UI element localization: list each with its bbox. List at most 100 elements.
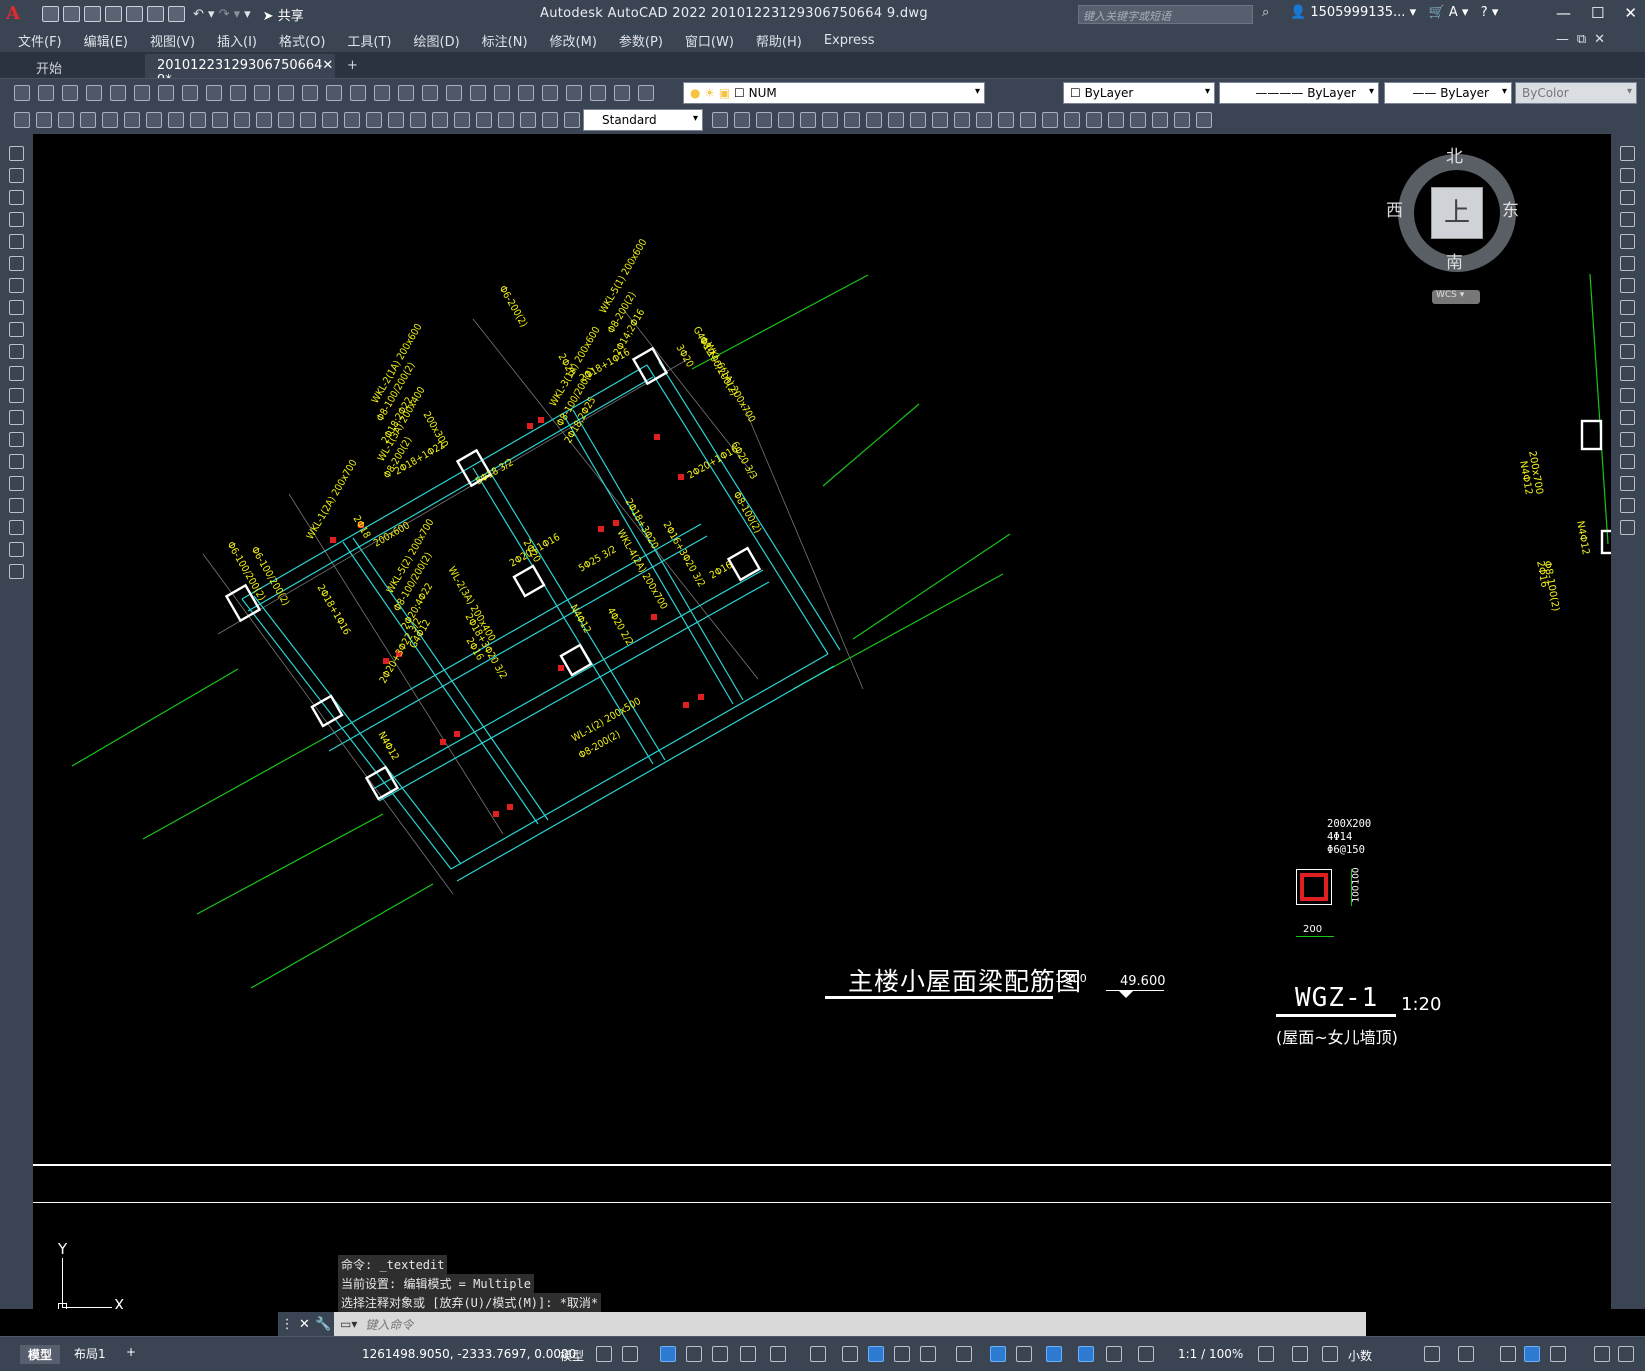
cmd-prompt-icon[interactable]: ▭▾ <box>334 1317 357 1331</box>
tab-layout1[interactable]: 布局1 <box>74 1345 106 1362</box>
lineweight-toggle-icon[interactable] <box>770 1346 786 1362</box>
customize-toggle-icon[interactable] <box>1524 1346 1540 1362</box>
customize-dropdown-icon[interactable]: ▾ <box>244 7 251 22</box>
std-tool-10-icon[interactable] <box>254 85 270 101</box>
draw-tool-32-icon[interactable] <box>844 112 860 128</box>
draw-15-icon[interactable] <box>9 476 24 491</box>
draw-13-icon[interactable] <box>9 432 24 447</box>
draw-tool-41-icon[interactable] <box>1042 112 1058 128</box>
polar-toggle-icon[interactable] <box>686 1346 702 1362</box>
modify-12-icon[interactable] <box>1620 410 1635 425</box>
column-section[interactable] <box>1296 869 1332 905</box>
quick-view-toggle-icon[interactable] <box>1458 1346 1474 1362</box>
draw-tool-37-icon[interactable] <box>954 112 970 128</box>
std-tool-7-icon[interactable] <box>182 85 198 101</box>
draw-9-icon[interactable] <box>9 344 24 359</box>
std-tool-23-icon[interactable] <box>566 85 582 101</box>
fullscreen-toggle-icon[interactable] <box>1594 1346 1610 1362</box>
hardware-accel-toggle-icon[interactable] <box>1016 1346 1032 1362</box>
draw-tool-23-icon[interactable] <box>520 112 536 128</box>
std-tool-9-icon[interactable] <box>230 85 246 101</box>
std-tool-2-icon[interactable] <box>62 85 78 101</box>
clean-screen-toggle-icon[interactable] <box>1046 1346 1062 1362</box>
gear-toggle-icon[interactable] <box>1258 1346 1274 1362</box>
search-input[interactable]: 键入关键字或短语 <box>1078 5 1253 24</box>
draw-tool-27-icon[interactable] <box>734 112 750 128</box>
units-toggle-icon[interactable] <box>956 1346 972 1362</box>
draw-tool-21-icon[interactable] <box>476 112 492 128</box>
draw-11-icon[interactable] <box>9 388 24 403</box>
draw-tool-42-icon[interactable] <box>1064 112 1080 128</box>
modify-8-icon[interactable] <box>1620 322 1635 337</box>
draw-16-icon[interactable] <box>9 498 24 513</box>
column-dim-height-a[interactable]: 100 <box>1352 867 1362 884</box>
column-scale[interactable]: 1:20 <box>1401 994 1441 1015</box>
draw-tool-5-icon[interactable] <box>124 112 140 128</box>
modify-2-icon[interactable] <box>1620 190 1635 205</box>
modify-11-icon[interactable] <box>1620 388 1635 403</box>
menu-item-8[interactable]: 修改(M) <box>550 31 597 50</box>
menu-item-5[interactable]: 工具(T) <box>347 31 391 50</box>
grid-toggle-icon[interactable] <box>596 1346 612 1362</box>
std-tool-17-icon[interactable] <box>422 85 438 101</box>
plus-toggle-icon[interactable] <box>1292 1346 1308 1362</box>
plot-icon[interactable] <box>168 6 185 22</box>
std-tool-21-icon[interactable] <box>518 85 534 101</box>
std-tool-0-icon[interactable] <box>14 85 30 101</box>
user-account[interactable]: 👤 1505999135... ▾ 🛒 A ▾ ? ▾ <box>1290 5 1498 20</box>
column-title[interactable]: WGZ-1 <box>1295 983 1378 1013</box>
std-tool-15-icon[interactable] <box>374 85 390 101</box>
draw-tool-44-icon[interactable] <box>1108 112 1124 128</box>
draw-8-icon[interactable] <box>9 322 24 337</box>
draw-tool-2-icon[interactable] <box>58 112 74 128</box>
viewcube-south[interactable]: 南 <box>1446 248 1463 273</box>
modify-4-icon[interactable] <box>1620 234 1635 249</box>
title-scale[interactable]: 1:100 <box>1055 972 1087 985</box>
isolate-objects-toggle-icon[interactable] <box>1322 1346 1338 1362</box>
menu-item-6[interactable]: 绘图(D) <box>414 31 460 50</box>
draw-3-icon[interactable] <box>9 212 24 227</box>
snap-toggle-icon[interactable] <box>622 1346 638 1362</box>
draw-tool-6-icon[interactable] <box>146 112 162 128</box>
redo-icon[interactable]: ↷ ▾ <box>219 7 241 22</box>
isolate-toggle-icon[interactable] <box>990 1346 1006 1362</box>
draw-tool-26-icon[interactable] <box>712 112 728 128</box>
draw-tool-13-icon[interactable] <box>300 112 316 128</box>
draw-14-icon[interactable] <box>9 454 24 469</box>
search-icon[interactable]: ⌕ <box>1262 5 1269 20</box>
modify-13-icon[interactable] <box>1620 432 1635 447</box>
draw-4-icon[interactable] <box>9 234 24 249</box>
osnap-toggle-icon[interactable] <box>712 1346 728 1362</box>
elevation-label[interactable]: 49.600 <box>1120 974 1166 989</box>
std-tool-20-icon[interactable] <box>494 85 510 101</box>
modify-6-icon[interactable] <box>1620 278 1635 293</box>
draw-tool-9-icon[interactable] <box>212 112 228 128</box>
modify-14-icon[interactable] <box>1620 454 1635 469</box>
tab-model[interactable]: 模型 <box>20 1345 61 1364</box>
draw-tool-22-icon[interactable] <box>498 112 514 128</box>
draw-tool-24-icon[interactable] <box>542 112 558 128</box>
modify-5-icon[interactable] <box>1620 256 1635 271</box>
command-input[interactable]: 键入命令 <box>357 1316 413 1333</box>
3dosnap-toggle-icon[interactable] <box>894 1346 910 1362</box>
draw-tool-1-icon[interactable] <box>36 112 52 128</box>
std-tool-22-icon[interactable] <box>542 85 558 101</box>
open-icon[interactable] <box>63 6 80 22</box>
column-note[interactable]: (屋面~女儿墙顶) <box>1276 1024 1398 1048</box>
std-tool-1-icon[interactable] <box>38 85 54 101</box>
draw-19-icon[interactable] <box>9 564 24 579</box>
web-save-icon[interactable] <box>147 6 164 22</box>
share-button[interactable]: ➤ 共享 <box>263 5 304 24</box>
menu-item-9[interactable]: 参数(P) <box>619 31 663 50</box>
std-tool-8-icon[interactable] <box>206 85 222 101</box>
cart-icon[interactable]: 🛒 <box>1429 5 1445 20</box>
menu-item-4[interactable]: 格式(O) <box>279 31 325 50</box>
menu-item-1[interactable]: 编辑(E) <box>84 31 128 50</box>
draw-tool-7-icon[interactable] <box>168 112 184 128</box>
viewcube[interactable]: 上 北 南 东 西 WCS ▾ <box>1380 136 1540 306</box>
modify-17-icon[interactable] <box>1620 520 1635 535</box>
add-layout-button[interactable]: + <box>126 1345 136 1359</box>
modify-15-icon[interactable] <box>1620 476 1635 491</box>
draw-7-icon[interactable] <box>9 300 24 315</box>
new-icon[interactable] <box>42 6 59 22</box>
